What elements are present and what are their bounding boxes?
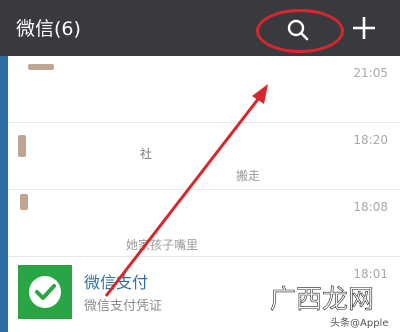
watermark-logo: 广西龙网 [270,285,374,316]
svg-text:广西龙网: 广西龙网 [270,285,374,315]
watermark-source: 头条@Apple [330,318,389,329]
